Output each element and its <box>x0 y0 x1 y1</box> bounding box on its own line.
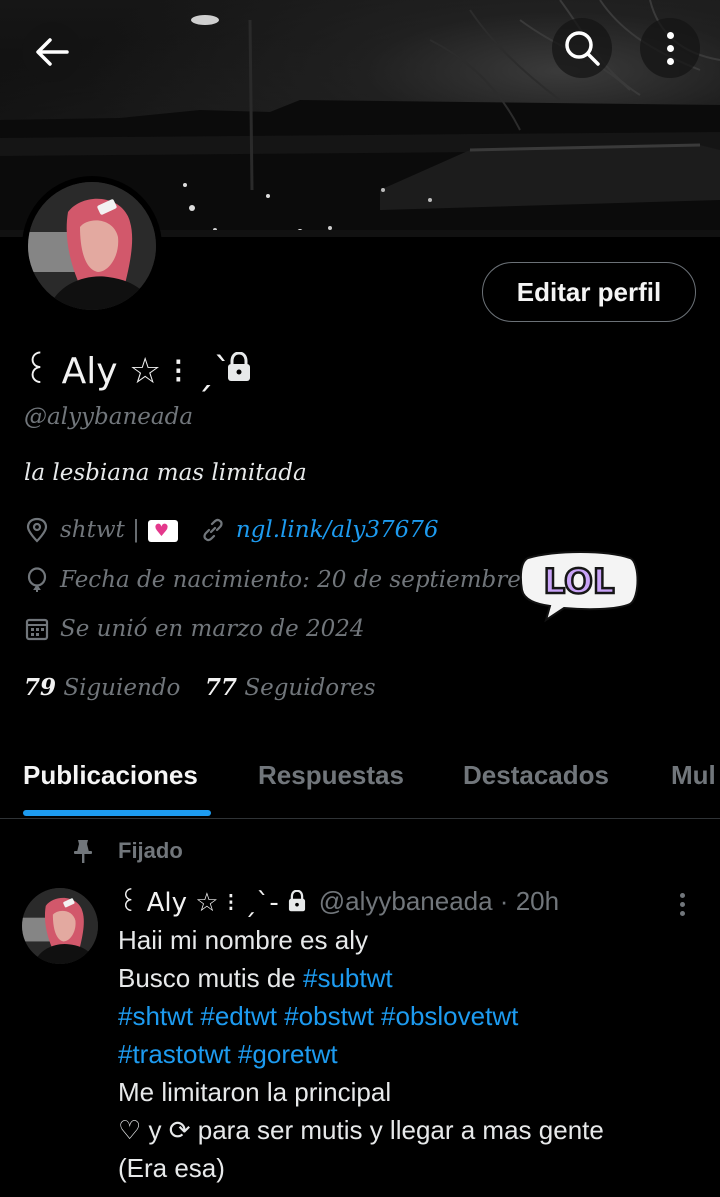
post-line: Busco mutis de #subtwt <box>118 963 393 993</box>
profile-tabs: Publicaciones Respuestas Destacados Mul <box>0 740 720 819</box>
search-icon <box>565 31 600 66</box>
heart-letter-emoji: ♥ <box>147 520 178 542</box>
avatar-photo <box>28 182 156 310</box>
lock-icon <box>288 890 305 912</box>
following-count: 79 <box>24 674 57 701</box>
post-more-button[interactable] <box>672 890 692 918</box>
profile-joined-row: Se unió en marzo de 2024 <box>24 616 365 642</box>
link-icon <box>200 517 226 543</box>
post-avatar-photo <box>22 888 98 964</box>
post-author-handle[interactable]: @alyybaneada · 20h <box>319 886 559 917</box>
tab-publicaciones[interactable]: Publicaciones <box>23 760 198 791</box>
calendar-icon <box>24 616 50 642</box>
following-link[interactable]: 79 Siguiendo <box>24 674 180 701</box>
lock-icon <box>228 352 250 381</box>
tab-destacados[interactable]: Destacados <box>463 760 609 791</box>
profile-birthday: Fecha de nacimiento: 20 de septiembre <box>60 567 521 593</box>
profile-birthday-row: Fecha de nacimiento: 20 de septiembre <box>24 567 521 593</box>
edit-profile-button[interactable]: Editar perfil <box>482 262 696 322</box>
lol-sticker-text: LOL <box>543 562 614 602</box>
profile-joined: Se unió en marzo de 2024 <box>60 616 365 642</box>
profile-link[interactable]: ngl.link/aly37676 <box>236 517 439 543</box>
search-button[interactable] <box>552 18 612 78</box>
lol-sticker: LOL <box>519 551 639 623</box>
followers-label: Seguidores <box>244 675 376 701</box>
balloon-icon <box>24 567 50 593</box>
profile-handle: @alyybaneada <box>24 404 194 430</box>
profile-location-row: shtwt | ♥ ngl.link/aly37676 <box>24 517 439 543</box>
post-header: ꒰ Aly ☆ ⁝ ˏˋ- @alyybaneada · 20h <box>118 884 559 919</box>
hashtag-link[interactable]: #subtwt <box>303 963 393 993</box>
more-options-button[interactable] <box>640 18 700 78</box>
pin-icon <box>74 840 92 863</box>
tab-respuestas[interactable]: Respuestas <box>258 760 404 791</box>
post-line: ♡ y ⟳ para ser mutis y llegar a mas gent… <box>118 1115 604 1145</box>
followers-link[interactable]: 77 Seguidores <box>205 674 376 701</box>
followers-count: 77 <box>205 674 238 701</box>
hashtag-link[interactable]: #trastotwt #goretwt <box>118 1039 338 1069</box>
tab-multimedia[interactable]: Mul <box>671 760 716 791</box>
more-vertical-icon <box>666 31 674 65</box>
post-line: Haii mi nombre es aly <box>118 925 368 955</box>
profile-location: shtwt | <box>60 517 140 543</box>
active-tab-indicator <box>23 810 211 816</box>
post-author-name[interactable]: ꒰ Aly ☆ ⁝ ˏˋ- <box>118 884 279 918</box>
post-text: Haii mi nombre es aly Busco mutis de #su… <box>118 921 708 1187</box>
pinned-label: Fijado <box>118 838 183 863</box>
post-author-avatar[interactable] <box>22 888 98 964</box>
pinned-indicator: Fijado <box>70 838 183 864</box>
avatar[interactable] <box>28 182 156 310</box>
post-line: #trastotwt #goretwt <box>118 1035 708 1073</box>
hashtag-link[interactable]: #shtwt #edtwt #obstwt #obslovetwt <box>118 1001 518 1031</box>
post-line: (Era esa) <box>118 1153 225 1183</box>
location-pin-icon <box>24 517 50 543</box>
post-line: Me limitaron la principal <box>118 1077 392 1107</box>
profile-bio: la lesbiana mas limitada <box>24 460 307 486</box>
following-label: Siguiendo <box>63 675 181 701</box>
arrow-left-icon <box>36 38 69 66</box>
profile-display-name: ꒰ Aly ☆ ⁝ ˏˋ- <box>22 351 245 392</box>
post-line: #shtwt #edtwt #obstwt #obslovetwt <box>118 997 708 1035</box>
back-button[interactable] <box>22 22 82 82</box>
